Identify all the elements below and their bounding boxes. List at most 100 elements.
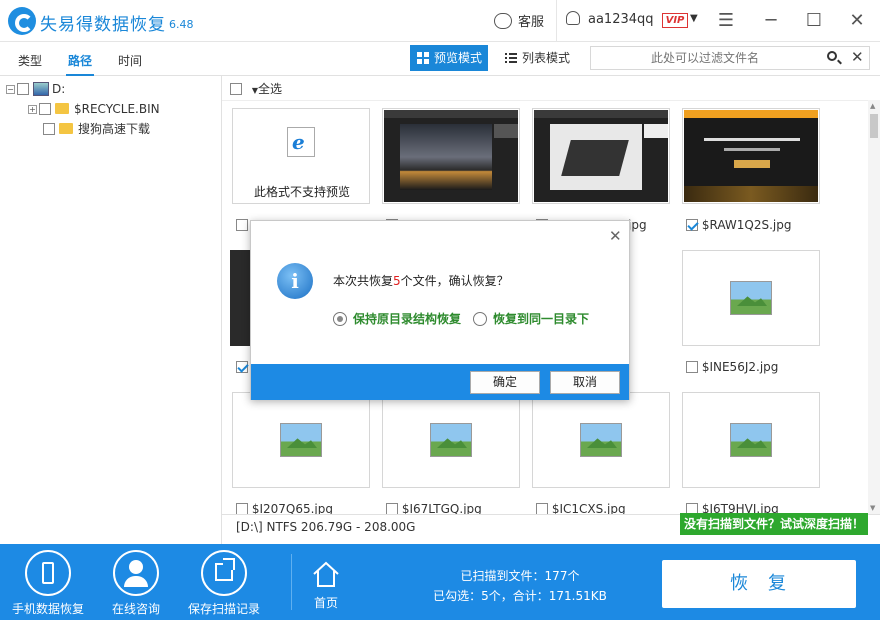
file-checkbox[interactable] <box>236 361 248 373</box>
file-thumbnail[interactable] <box>382 392 520 488</box>
expand-icon[interactable]: + <box>28 105 37 114</box>
select-all-checkbox[interactable] <box>230 83 242 95</box>
phone-recovery-button[interactable]: 手机数据恢复 <box>10 550 86 617</box>
image-icon <box>430 423 472 457</box>
tab-path[interactable]: 路径 <box>65 52 95 76</box>
option-same-folder[interactable]: 恢复到同一目录下 <box>473 310 589 327</box>
phone-recovery-label: 手机数据恢复 <box>11 602 84 616</box>
tree-checkbox[interactable] <box>17 83 29 95</box>
selected-summary: 已勾选：5个，合计：171.51KB <box>433 589 607 603</box>
file-name: jpg <box>628 218 647 232</box>
file-checkbox[interactable] <box>236 503 248 514</box>
maximize-icon[interactable]: ☐ <box>801 8 827 34</box>
close-icon[interactable]: ✕ <box>609 227 622 245</box>
file-thumbnail[interactable] <box>682 392 820 488</box>
file-name: $INE56J2.jpg <box>701 360 779 374</box>
file-thumbnail[interactable] <box>232 392 370 488</box>
user-account-button[interactable]: aa1234qq <box>566 11 654 27</box>
file-checkbox[interactable] <box>236 219 248 231</box>
search-icon[interactable] <box>827 51 837 61</box>
message-prefix: 本次共恢复 <box>333 274 394 288</box>
radio-button[interactable] <box>473 312 487 326</box>
message-suffix: 个文件，确认恢复？ <box>400 274 509 288</box>
deep-scan-button[interactable]: 没有扫描到文件？试试深度扫描！ <box>680 513 868 535</box>
tree-item-label: 搜狗高速下载 <box>78 122 151 136</box>
app-title: 失易得数据恢复 <box>40 15 166 35</box>
image-icon <box>580 423 622 457</box>
file-item[interactable]: $I207Q65.jpg <box>236 501 333 514</box>
list-mode-label: 列表模式 <box>522 51 571 65</box>
online-consult-button[interactable]: 在线咨询 <box>104 550 168 617</box>
filter-box: ✕ <box>590 46 870 70</box>
file-thumbnail[interactable] <box>382 108 520 204</box>
file-name: $IC1CXS.jpg <box>551 502 626 514</box>
menu-icon[interactable]: ☰ <box>713 8 739 34</box>
scroll-down-icon[interactable]: ▼ <box>870 504 875 512</box>
drive-icon <box>33 82 49 96</box>
save-scan-record-button[interactable]: 保存扫描记录 <box>186 550 262 617</box>
cancel-button[interactable]: 取消 <box>550 371 620 394</box>
vertical-scrollbar[interactable]: ▲ ▼ <box>868 100 880 514</box>
tree-item-sogou-download[interactable]: 搜狗高速下载 <box>43 120 150 138</box>
scroll-thumb[interactable] <box>870 114 878 138</box>
file-item[interactable] <box>236 217 248 233</box>
list-mode-button[interactable]: 列表模式 <box>498 45 576 71</box>
customer-service-button[interactable]: 客服 <box>494 11 544 30</box>
home-button[interactable]: 首页 <box>302 560 350 611</box>
collapse-icon[interactable]: − <box>6 85 15 94</box>
file-thumbnail[interactable] <box>532 392 670 488</box>
file-name: $I67LTGQ.jpg <box>401 502 482 514</box>
tree-item-label: $RECYCLE.BIN <box>74 102 160 116</box>
file-thumbnail[interactable] <box>532 108 670 204</box>
bottom-bar: 手机数据恢复 在线咨询 保存扫描记录 首页 已扫描到文件：177个 已勾选：5个… <box>0 544 880 620</box>
confirm-dialog: ✕ i 本次共恢复5个文件，确认恢复？ 保持原目录结构恢复 恢复到同一目录下 确… <box>250 220 630 400</box>
username: aa1234qq <box>588 12 654 27</box>
home-label: 首页 <box>313 596 338 610</box>
file-item[interactable]: $I67LTGQ.jpg <box>386 501 482 514</box>
file-thumbnail[interactable] <box>682 250 820 346</box>
toolbar: 预览模式 列表模式 ✕ <box>222 42 880 76</box>
select-all-label: 全选 <box>257 82 282 96</box>
file-thumbnail[interactable]: 此格式不支持预览 <box>232 108 370 204</box>
file-item[interactable]: $IC1CXS.jpg <box>536 501 626 514</box>
file-item[interactable] <box>236 359 248 375</box>
screenshot-thumbnail <box>384 110 518 202</box>
file-item[interactable]: $RAW1Q2S.jpg <box>686 217 791 233</box>
dropdown-caret-icon[interactable]: ▼ <box>690 13 698 24</box>
file-thumbnail[interactable] <box>682 108 820 204</box>
close-icon[interactable]: ✕ <box>844 8 870 34</box>
screenshot-thumbnail <box>684 110 818 202</box>
grid-icon <box>417 52 429 64</box>
option-keep-structure[interactable]: 保持原目录结构恢复 <box>333 310 461 327</box>
user-icon <box>113 550 159 596</box>
file-checkbox[interactable] <box>386 503 398 514</box>
tree-checkbox[interactable] <box>39 103 51 115</box>
scroll-up-icon[interactable]: ▲ <box>870 102 875 110</box>
drive-label: D: <box>52 82 66 96</box>
vip-badge[interactable]: VIP <box>662 13 688 28</box>
no-preview-text: 此格式不支持预览 <box>253 185 350 199</box>
ok-button[interactable]: 确定 <box>470 371 540 394</box>
online-consult-label: 在线咨询 <box>111 602 160 616</box>
tree-drive[interactable]: − D: <box>6 80 65 98</box>
preview-mode-button[interactable]: 预览模式 <box>410 45 489 71</box>
file-checkbox[interactable] <box>686 361 698 373</box>
clear-icon[interactable]: ✕ <box>851 48 864 66</box>
divider <box>556 0 557 42</box>
tree-checkbox[interactable] <box>43 123 55 135</box>
radio-button[interactable] <box>333 312 347 326</box>
tree-item-recycle-bin[interactable]: + $RECYCLE.BIN <box>28 100 160 118</box>
phone-icon <box>25 550 71 596</box>
tab-type[interactable]: 类型 <box>18 52 42 69</box>
file-checkbox[interactable] <box>686 219 698 231</box>
app-version: 6.48 <box>169 18 194 31</box>
title-bar: 失易得数据恢复 6.48 客服 aa1234qq VIP ▼ ☰ ─ ☐ ✕ <box>0 0 880 42</box>
select-all[interactable]: ▼全选 <box>230 82 282 98</box>
filter-input[interactable] <box>595 49 815 67</box>
minimize-icon[interactable]: ─ <box>758 8 784 34</box>
recover-button[interactable]: 恢复 <box>662 560 856 608</box>
screenshot-thumbnail <box>534 110 668 202</box>
file-item[interactable]: $INE56J2.jpg <box>686 359 778 375</box>
file-checkbox[interactable] <box>536 503 548 514</box>
tab-time[interactable]: 时间 <box>118 52 142 69</box>
